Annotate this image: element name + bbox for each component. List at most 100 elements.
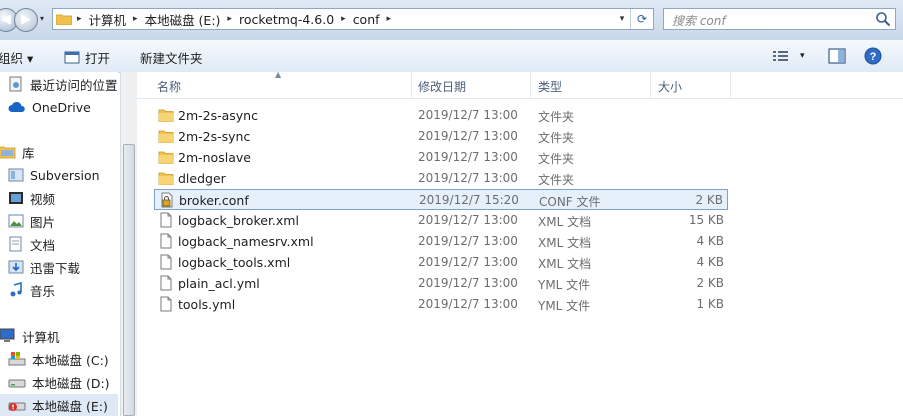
folder-icon [158,170,174,186]
breadcrumb: 计算机 ▸ 本地磁盘 (E:) ▸ rocketmq-4.6.0 ▸ conf ▸ [85,9,395,29]
breadcrumb-label: 本地磁盘 (E:) [144,12,221,28]
sidebar-item-drive-e[interactable]: 本地磁盘 (E:) [0,394,118,416]
breadcrumb-label: conf [352,11,380,27]
breadcrumb-item[interactable]: 计算机 ▸ [85,9,141,29]
sidebar-item-music[interactable]: 音乐 [8,279,55,301]
file-name: 2m-noslave [178,150,251,165]
address-field[interactable]: ▸ 计算机 ▸ 本地磁盘 (E:) ▸ rocketmq-4.6.0 ▸ conf ▸ … [52,8,654,30]
column-header-name[interactable]: 名称 [157,78,181,95]
sidebar-item-drive-d[interactable]: 本地磁盘 (D:) [8,371,110,393]
file-type: XML 文档 [538,215,592,229]
column-divider[interactable] [650,72,651,98]
download-icon [8,260,24,274]
file-modified: 2019/12/7 13:00 [418,171,518,185]
breadcrumb-item[interactable]: conf ▸ [349,9,394,29]
file-type: YML 文件 [538,278,591,292]
column-header-size[interactable]: 大小 [658,78,682,95]
sidebar-item-label: 库 [22,145,35,161]
new-folder-button[interactable]: 新建文件夹 [140,48,203,67]
address-bar-area: ◀ ▶ ▾ ▸ 计算机 ▸ 本地磁盘 (E:) ▸ rocketmq-4.6.0 ▸ … [0,0,903,41]
sidebar-scrollbar[interactable] [120,72,137,416]
sidebar-item-label: 迅雷下载 [30,260,81,276]
sidebar-item-label: 文档 [30,237,56,253]
scrollbar-thumb[interactable] [123,144,135,416]
file-row[interactable]: logback_namesrv.xml 2019/12/7 13:00 XML 文档… [154,231,728,252]
chevron-down-icon[interactable]: ▾ [800,51,805,61]
file-name: logback_namesrv.xml [178,234,314,249]
open-button[interactable]: 打开 [64,48,110,67]
sidebar-item-label: 图片 [30,214,56,230]
folder-icon [158,107,174,123]
computer-icon [0,328,15,342]
command-toolbar: 组织 ▾ 打开 新建文件夹 ▾ ? [0,40,903,73]
column-divider[interactable] [411,72,412,98]
file-modified: 2019/12/7 13:00 [418,234,518,248]
column-divider[interactable] [730,72,731,98]
chevron-right-icon[interactable]: ▸ [338,14,349,24]
breadcrumb-label: rocketmq-4.6.0 [238,11,335,27]
chevron-right-icon[interactable]: ▸ [224,14,235,24]
file-name: tools.yml [178,297,236,312]
file-icon [158,275,174,291]
refresh-button[interactable]: ⟳ [630,9,653,29]
file-modified: 2019/12/7 13:00 [418,129,518,143]
file-row[interactable]: 2m-2s-async 2019/12/7 13:00 文件夹 [154,105,728,126]
folder-icon [158,128,174,144]
column-headers: ▲ 名称 修改日期 类型 大小 [137,70,903,99]
file-type: CONF 文件 [539,195,601,209]
file-size: 15 KB [688,213,724,227]
file-row[interactable]: dledger 2019/12/7 13:00 文件夹 [154,168,728,189]
recent-pages-dropdown[interactable]: ▾ [40,14,44,23]
folder-icon [158,149,174,165]
search-icon[interactable] [875,11,891,27]
view-list-icon [773,51,788,61]
sidebar-item-onedrive[interactable]: OneDrive [8,96,91,118]
file-name: dledger [178,171,226,186]
file-row[interactable]: plain_acl.yml 2019/12/7 13:00 YML 文件 2 KB [154,273,728,294]
file-row[interactable]: broker.conf 2019/12/7 15:20 CONF 文件 2 KB [154,189,728,210]
sort-ascending-icon: ▲ [275,70,282,79]
file-row[interactable]: 2m-2s-sync 2019/12/7 13:00 文件夹 [154,126,728,147]
organize-button[interactable]: 组织 ▾ [0,48,33,67]
file-row[interactable]: 2m-noslave 2019/12/7 13:00 文件夹 [154,147,728,168]
sidebar-item-subversion[interactable]: Subversion [8,164,100,186]
file-row[interactable]: logback_tools.xml 2019/12/7 13:00 XML 文档 4 … [154,252,728,273]
sidebar-item-computer[interactable]: 计算机 [0,325,60,347]
sidebar-item-label: 最近访问的位置 [30,77,118,93]
file-name: broker.conf [179,193,249,208]
file-row[interactable]: tools.yml 2019/12/7 13:00 YML 文件 1 KB [154,294,728,315]
search-box[interactable]: 搜索 conf [663,8,896,30]
sidebar-item-drive-c[interactable]: 本地磁盘 (C:) [8,348,109,370]
file-list-pane: ▲ 名称 修改日期 类型 大小 2m-2s-async 2019/12/7 13:… [137,70,903,416]
column-header-type[interactable]: 类型 [538,78,562,95]
file-size: 2 KB [696,276,724,290]
breadcrumb-label: 计算机 [88,12,127,28]
sidebar-item-documents[interactable]: 文档 [8,233,55,255]
help-button[interactable]: ? [864,46,882,66]
sidebar-item-xunlei-downloads[interactable]: 迅雷下载 [8,256,80,278]
address-history-dropdown[interactable]: ▾ [614,14,630,24]
file-name: 2m-2s-sync [178,129,251,144]
chevron-right-icon[interactable]: ▸ [130,14,141,24]
sidebar-item-libraries[interactable]: 库 [0,141,35,163]
breadcrumb-item[interactable]: rocketmq-4.6.0 ▸ [235,9,349,29]
drive-warning-icon [8,402,26,411]
sidebar-item-recent-places[interactable]: 最近访问的位置 [8,73,118,95]
arrow-right-icon: ▶ [21,12,31,27]
document-icon [9,236,22,252]
forward-button[interactable]: ▶ [14,8,38,32]
chevron-right-icon[interactable]: ▸ [384,14,395,24]
column-header-modified[interactable]: 修改日期 [418,78,466,95]
file-icon [158,296,174,312]
column-divider[interactable] [530,72,531,98]
sidebar-item-videos[interactable]: 视频 [8,187,55,209]
preview-pane-button[interactable] [828,46,846,66]
file-name: plain_acl.yml [178,276,260,291]
file-type: 文件夹 [538,131,575,145]
breadcrumb-item[interactable]: 本地磁盘 (E:) ▸ [141,9,235,29]
breadcrumb-separator[interactable]: ▸ [74,14,85,24]
sidebar-item-pictures[interactable]: 图片 [8,210,55,232]
sidebar-item-label: 视频 [30,191,56,207]
view-options-button[interactable]: ▾ [772,46,805,66]
file-row[interactable]: logback_broker.xml 2019/12/7 13:00 XML 文档 1… [154,210,728,231]
